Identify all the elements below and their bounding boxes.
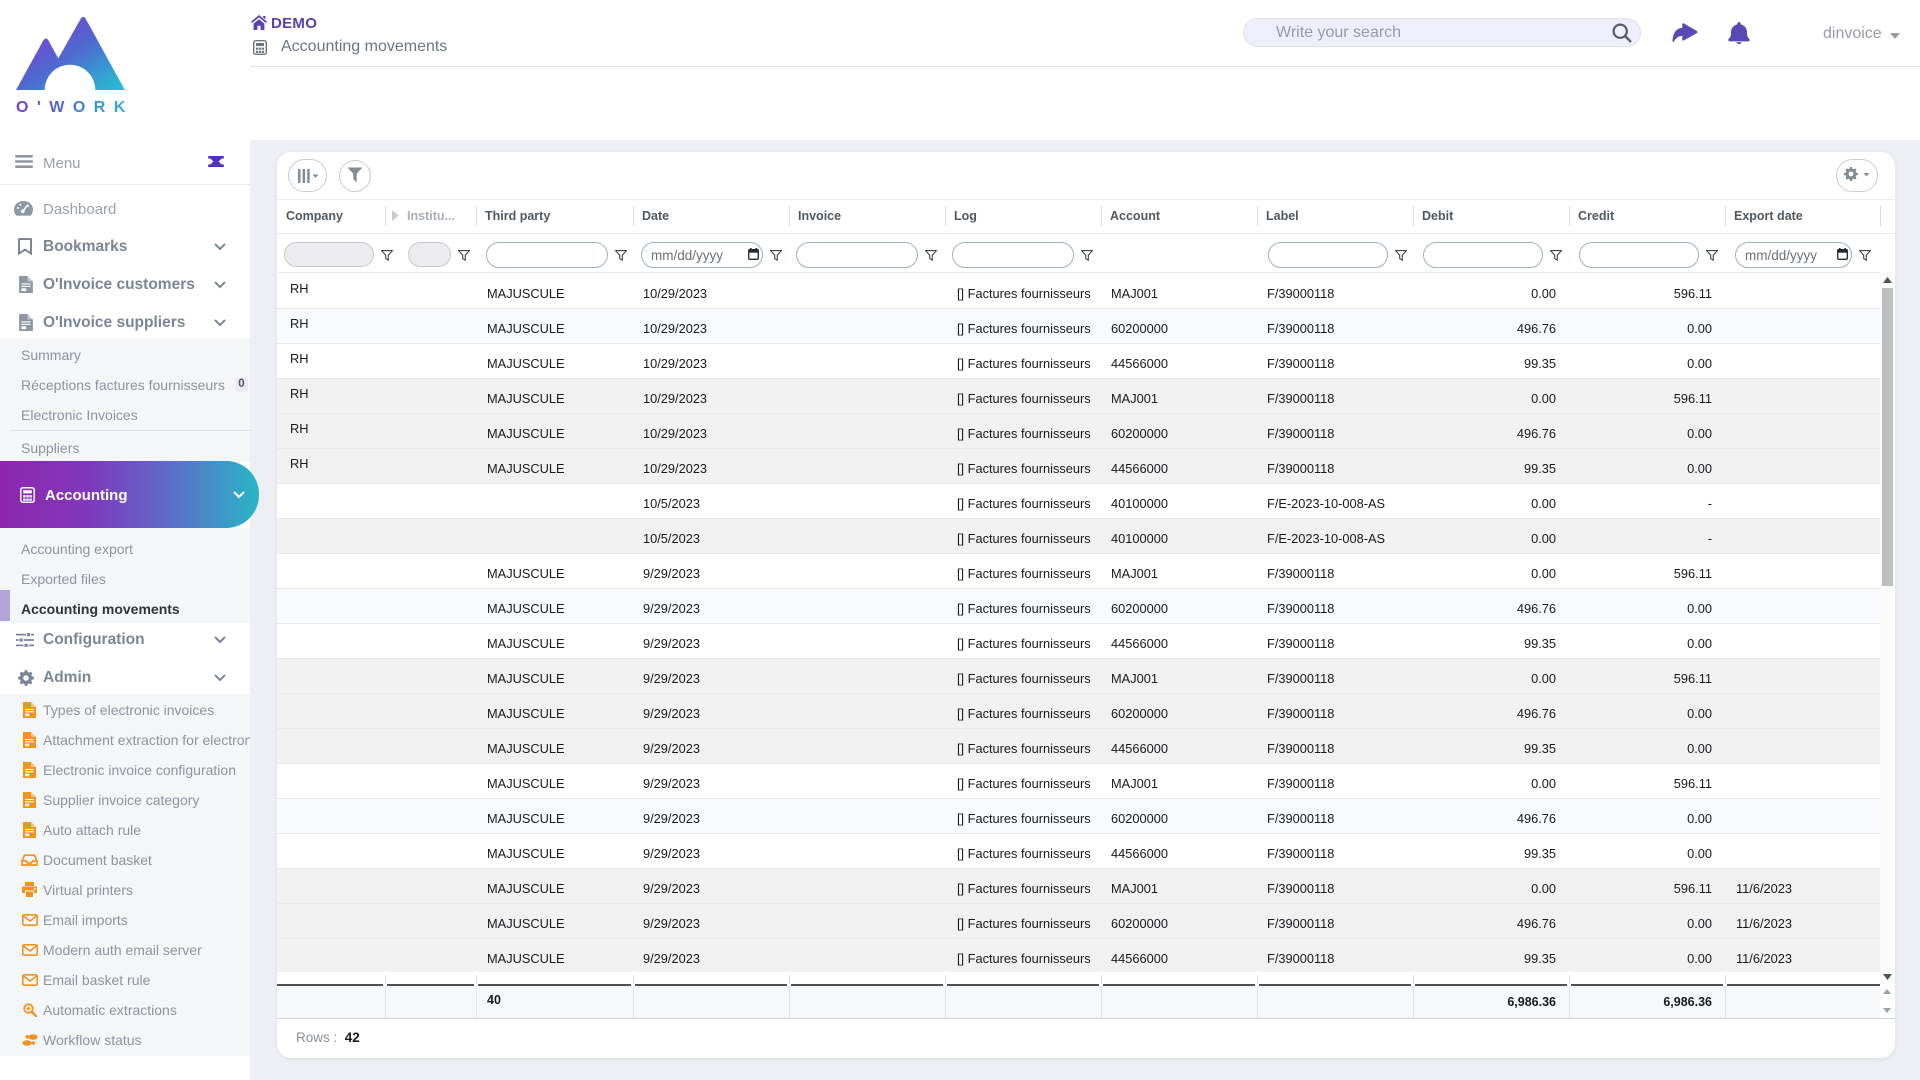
svg-text:O'WORK: O'WORK <box>16 99 130 116</box>
